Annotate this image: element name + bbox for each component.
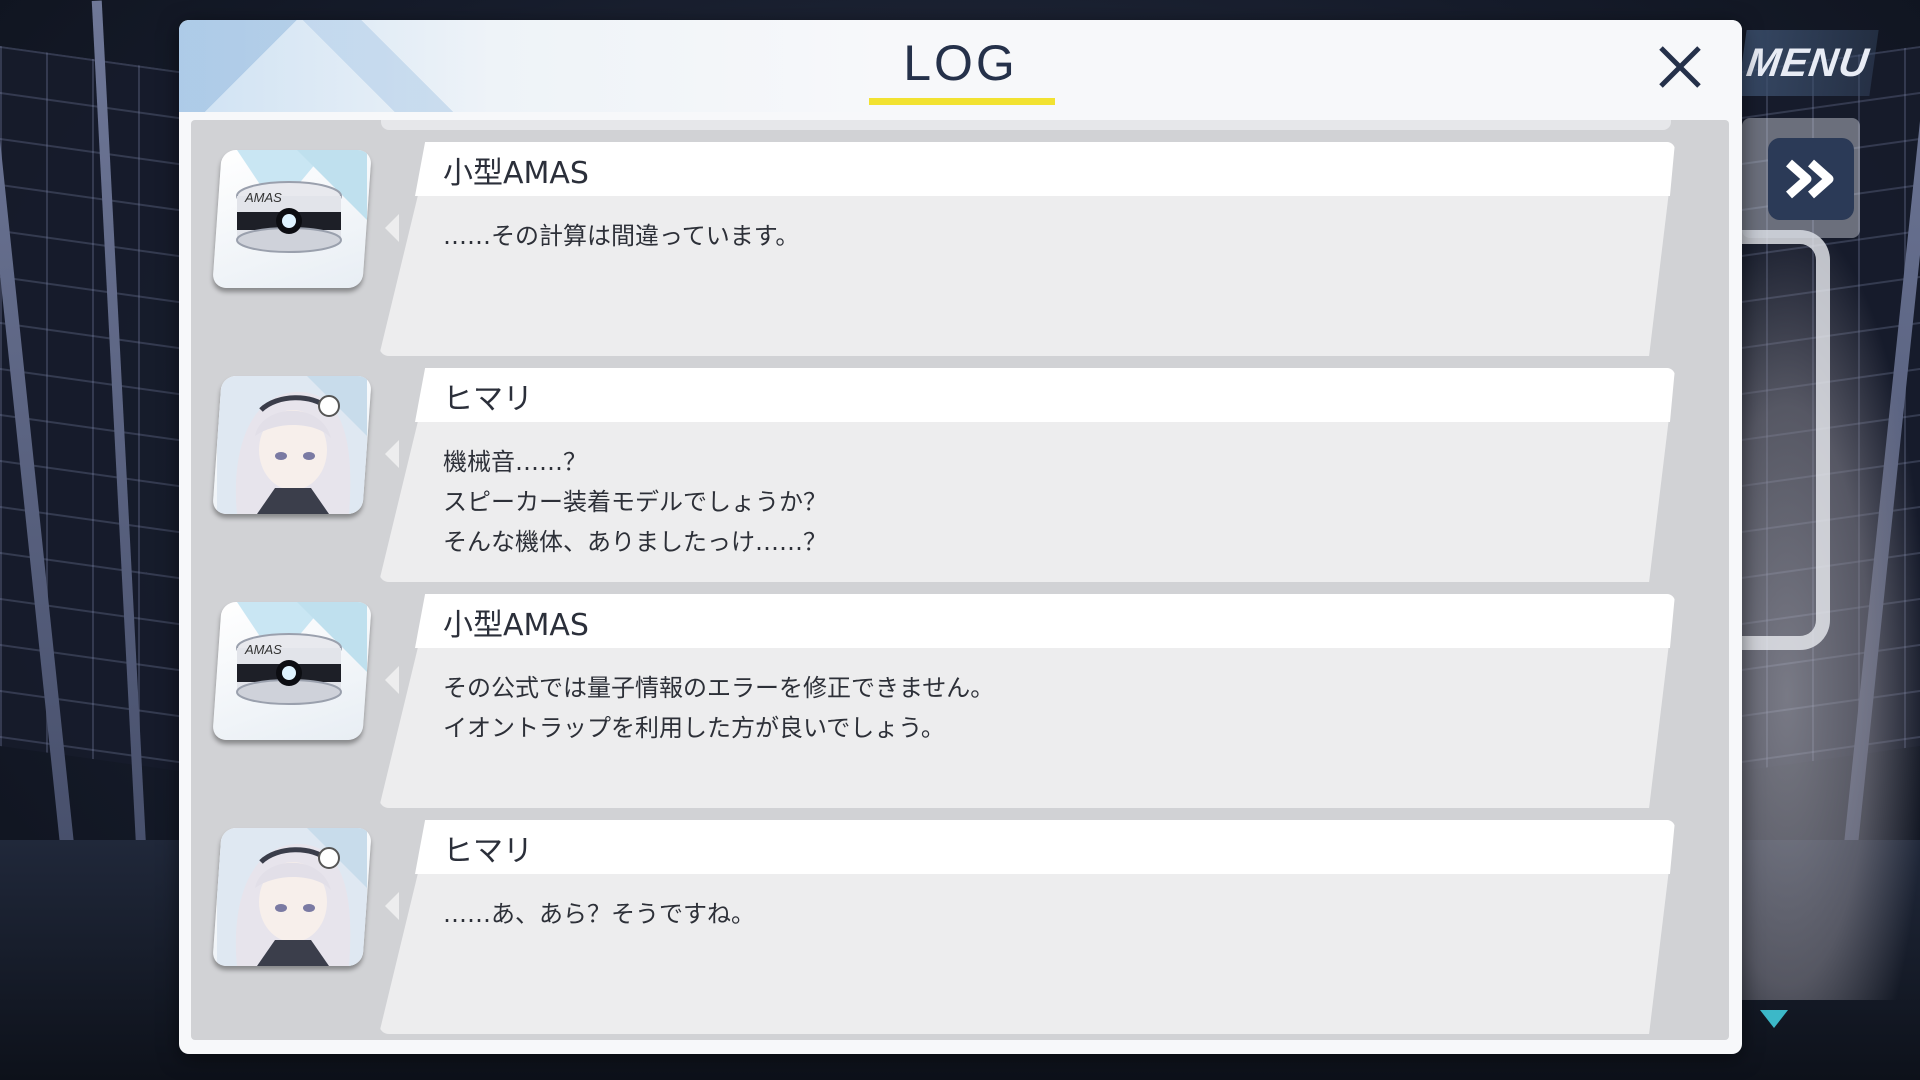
speaker-name-bar [415,594,1675,648]
speaker-name: 小型AMAS [443,608,589,643]
speaker-name: ヒマリ [443,382,533,417]
dialogue-text: その公式では量子情報のエラーを修正できません。 イオントラップを利用した方が良い… [443,668,994,748]
log-entry: AMAS 小型AMAS その公式では量子情報のエラーを修正できません。 イオント… [191,594,1729,814]
fast-forward-icon [1786,159,1834,199]
dialogue-line: イオントラップを利用した方が良いでしょう。 [443,714,945,742]
log-list[interactable]: AMAS 小型AMAS ……その計算は間違っています。 ヒマリ 機械音……？ ス… [191,120,1729,1040]
dialogue-line: ……その計算は間違っています。 [443,222,800,250]
log-window: LOG AMAS 小型AMAS ……その計算は間違っています。 ヒマリ 機械音…… [179,20,1742,1054]
himari-portrait-icon [217,828,367,966]
dialogue-line: ……あ、あら？そうですね。 [443,900,755,928]
menu-button[interactable]: MENU [1737,30,1879,96]
speaker-name-bar [415,142,1675,196]
dialogue-text: 機械音……？ スピーカー装着モデルでしょうか？ そんな機体、ありましたっけ……？ [443,442,827,562]
dialogue-line: 機械音……？ [443,448,587,476]
close-button[interactable] [1649,36,1711,98]
log-entry: AMAS 小型AMAS ……その計算は間違っています。 [191,142,1729,362]
close-icon [1659,46,1701,88]
svg-text:AMAS: AMAS [244,642,282,657]
log-entry: ヒマリ 機械音……？ スピーカー装着モデルでしょうか？ そんな機体、ありましたっ… [191,368,1729,588]
previous-entry-edge [381,120,1671,130]
scroll-down-triangle-icon[interactable] [1758,1008,1790,1030]
himari-portrait-avatar [212,376,372,514]
speaker-name-bar [415,820,1675,874]
speaker-name: 小型AMAS [443,156,589,191]
log-entry: ヒマリ ……あ、あら？そうですね。 [191,820,1729,1040]
title-underline [869,98,1055,105]
dialogue-line: スピーカー装着モデルでしょうか？ [443,488,827,516]
dialogue-line: そんな機体、ありましたっけ……？ [443,528,827,556]
bubble-tail [385,214,399,242]
background-device [1740,230,1830,650]
log-title: LOG [903,35,1018,91]
log-header: LOG [179,20,1742,112]
amas-device-avatar: AMAS [212,150,372,288]
svg-text:AMAS: AMAS [244,190,282,205]
bubble-tail [385,440,399,468]
dialogue-bubble: ヒマリ 機械音……？ スピーカー装着モデルでしょうか？ そんな機体、ありましたっ… [379,368,1675,582]
dialogue-bubble: 小型AMAS その公式では量子情報のエラーを修正できません。 イオントラップを利… [379,594,1675,808]
himari-portrait-icon [217,376,367,514]
bubble-tail [385,892,399,920]
amas-device-icon: AMAS [236,602,367,705]
dialogue-bubble: ヒマリ ……あ、あら？そうですね。 [379,820,1675,1034]
dialogue-bubble: 小型AMAS ……その計算は間違っています。 [379,142,1675,356]
menu-button-label: MENU [1744,40,1873,85]
dialogue-line: その公式では量子情報のエラーを修正できません。 [443,674,995,702]
bubble-tail [385,666,399,694]
amas-device-icon: AMAS [236,150,367,253]
amas-device-avatar: AMAS [212,602,372,740]
speaker-name-bar [415,368,1675,422]
dialogue-text: ……あ、あら？そうですね。 [443,894,755,934]
speaker-name: ヒマリ [443,834,533,869]
dialogue-text: ……その計算は間違っています。 [443,216,799,256]
fast-forward-button[interactable] [1768,138,1854,220]
himari-portrait-avatar [212,828,372,966]
